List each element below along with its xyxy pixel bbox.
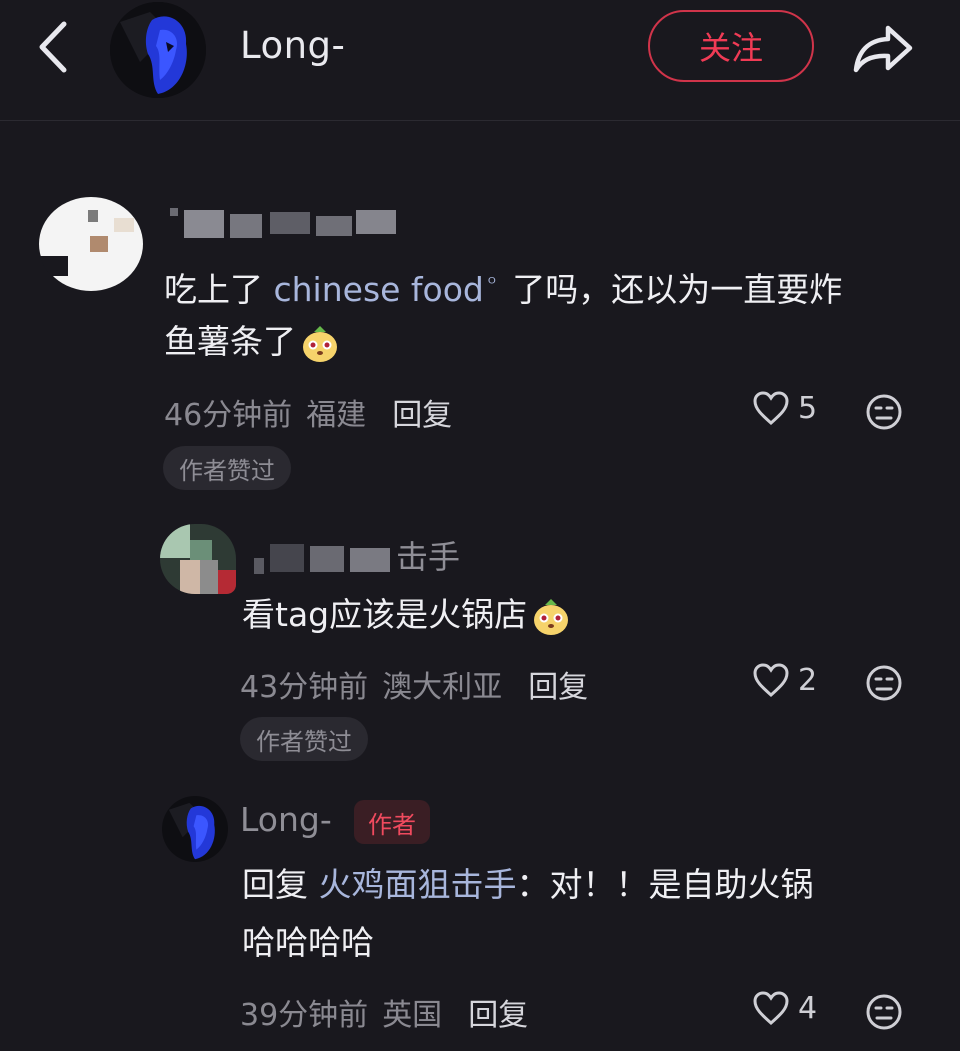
commenter-name-obscured[interactable]: [170, 200, 400, 240]
comment-location: 福建: [306, 398, 367, 433]
author-tag-badge: 作者: [354, 800, 430, 844]
commenter-name-obscured-part[interactable]: [254, 538, 394, 578]
back-button[interactable]: [30, 18, 78, 76]
comment-text: 吃上了 chinese food ᴼ 了吗，还以为一直要炸: [164, 270, 843, 309]
comment-time: 39分钟前: [240, 998, 369, 1033]
comment-meta: 43分钟前 澳大利亚 回复: [240, 662, 588, 706]
reply-button[interactable]: 回复: [528, 662, 588, 706]
comment-text: 回复 火鸡面狙击手：对！！是自助火锅: [242, 865, 814, 904]
comment-text-line2: 哈哈哈哈: [242, 923, 374, 962]
avatar-image: [162, 796, 228, 862]
comment-text-line2: 鱼薯条了: [164, 313, 340, 371]
doge-emoji-icon: [534, 598, 569, 635]
share-arrow-icon: [853, 25, 913, 73]
heart-icon: [753, 391, 789, 426]
comment-location: 澳大利亚: [382, 670, 503, 705]
author-liked-badge: 作者赞过: [163, 446, 291, 490]
comment-meta: 46分钟前 福建 回复: [164, 390, 452, 434]
avatar-image: [38, 197, 143, 291]
blurred-name: [254, 544, 390, 574]
blurred-name: [170, 208, 396, 238]
like-count: 4: [798, 990, 818, 1026]
avatar-image: [110, 2, 206, 98]
reply-button[interactable]: 回复: [468, 990, 528, 1034]
chevron-left-icon: [39, 21, 67, 73]
like-count: 2: [798, 662, 818, 698]
comment-meta: 39分钟前 英国 回复: [240, 990, 528, 1034]
heart-icon: [753, 991, 789, 1026]
mention-link[interactable]: 火鸡面狙击手: [319, 865, 517, 904]
commenter-avatar[interactable]: [160, 524, 236, 594]
author-liked-badge: 作者赞过: [240, 717, 368, 761]
author-avatar[interactable]: [162, 796, 228, 862]
commenter-name[interactable]: Long-: [240, 800, 332, 839]
author-name[interactable]: Long-: [240, 24, 345, 67]
comment-location: 英国: [382, 998, 443, 1033]
comment-time: 46分钟前: [164, 398, 293, 433]
emoji-reaction-icon[interactable]: [864, 992, 904, 1032]
author-avatar[interactable]: [110, 2, 206, 98]
like-button[interactable]: 2: [752, 662, 817, 698]
share-button[interactable]: [850, 22, 916, 74]
commenter-avatar[interactable]: [38, 196, 144, 292]
avatar-image: [160, 524, 236, 594]
like-count: 5: [798, 390, 818, 426]
heart-icon: [753, 663, 789, 698]
header-divider: [0, 120, 960, 121]
emoji-reaction-icon[interactable]: [864, 663, 904, 703]
comment-time: 43分钟前: [240, 670, 369, 705]
follow-button[interactable]: 关注: [648, 10, 814, 82]
comment-text: 看tag应该是火锅店: [242, 586, 571, 644]
search-link[interactable]: chinese food: [274, 270, 484, 309]
search-icon[interactable]: ᴼ: [488, 274, 496, 293]
commenter-name-visible[interactable]: 击手: [396, 532, 460, 578]
doge-emoji-icon: [303, 325, 337, 362]
reply-button[interactable]: 回复: [392, 390, 452, 434]
like-button[interactable]: 4: [752, 990, 817, 1026]
like-button[interactable]: 5: [752, 390, 817, 426]
emoji-reaction-icon[interactable]: [864, 392, 904, 432]
